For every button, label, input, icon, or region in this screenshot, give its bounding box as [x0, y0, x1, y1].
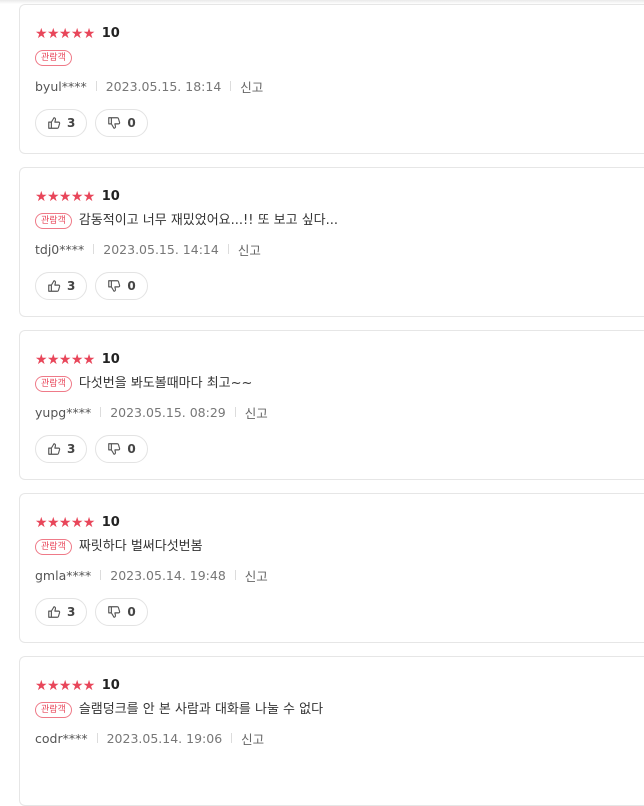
viewer-badge: 관람객	[35, 213, 72, 229]
review-meta: byul**** 2023.05.15. 18:14 신고	[35, 77, 263, 95]
thumbs-up-icon	[48, 280, 61, 292]
review-body: 관람객 슬램덩크를 안 본 사람과 대화를 나눌 수 없다	[35, 700, 323, 720]
review-card: ★★★★★ 10 관람객 byul**** 2023.05.15. 18:14 …	[19, 4, 644, 154]
like-button[interactable]: 3	[35, 109, 88, 137]
like-count: 3	[67, 442, 76, 456]
user-id: gmla****	[35, 567, 92, 583]
review-date: 2023.05.14. 19:48	[110, 567, 226, 583]
dislike-button[interactable]: 0	[95, 598, 148, 626]
dislike-button[interactable]: 0	[95, 109, 148, 137]
thumbs-down-icon	[108, 280, 121, 292]
divider	[227, 244, 229, 254]
viewer-badge: 관람객	[35, 539, 72, 555]
review-card: ★★★★★ 10 관람객 다섯번을 봐도볼때마다 최고~~ yupg**** 2…	[19, 330, 644, 480]
review-text: 다섯번을 봐도볼때마다 최고~~	[78, 376, 253, 391]
report-link[interactable]: 신고	[240, 77, 263, 96]
rating-score: 10	[101, 678, 120, 693]
review-date: 2023.05.15. 08:29	[110, 404, 226, 420]
viewer-badge: 관람객	[35, 702, 72, 718]
thumbs-down-icon	[108, 443, 121, 455]
review-meta: codr**** 2023.05.14. 19:06 신고	[35, 729, 264, 747]
user-id: tdj0****	[35, 241, 85, 257]
review-text: 슬램덩크를 안 본 사람과 대화를 나눌 수 없다	[78, 702, 324, 717]
like-button[interactable]: 3	[35, 435, 88, 463]
review-date: 2023.05.14. 19:06	[106, 730, 223, 746]
rating-row: ★★★★★ 10	[35, 677, 120, 695]
divider	[93, 244, 95, 254]
vote-buttons: 3 0	[35, 272, 156, 300]
star-rating-icon: ★★★★★	[35, 678, 95, 694]
rating-row: ★★★★★ 10	[35, 514, 120, 532]
star-rating-icon: ★★★★★	[35, 515, 95, 531]
like-button[interactable]: 3	[35, 272, 88, 300]
review-text: 감동적이고 너무 재밌었어요...!! 또 보고 싶다...	[78, 213, 339, 228]
star-rating-icon: ★★★★★	[35, 189, 95, 205]
dislike-count: 0	[127, 279, 136, 293]
rating-score: 10	[101, 515, 120, 530]
report-link[interactable]: 신고	[245, 403, 268, 422]
divider	[234, 570, 236, 580]
user-id: yupg****	[35, 404, 92, 420]
review-card: ★★★★★ 10 관람객 짜릿하다 벌써다섯번봄 gmla**** 2023.0…	[19, 493, 644, 643]
thumbs-down-icon	[108, 117, 121, 129]
like-count: 3	[67, 116, 76, 130]
thumbs-up-icon	[48, 117, 61, 129]
viewer-badge: 관람객	[35, 50, 72, 66]
dislike-count: 0	[127, 116, 136, 130]
user-id: byul****	[35, 78, 87, 94]
divider	[100, 570, 102, 580]
like-count: 3	[67, 605, 76, 619]
review-card: ★★★★★ 10 관람객 감동적이고 너무 재밌었어요...!! 또 보고 싶다…	[19, 167, 644, 317]
divider	[100, 407, 102, 417]
dislike-button[interactable]: 0	[95, 435, 148, 463]
report-link[interactable]: 신고	[241, 729, 264, 748]
thumbs-up-icon	[48, 606, 61, 618]
dislike-button[interactable]: 0	[95, 272, 148, 300]
dislike-count: 0	[127, 442, 136, 456]
divider	[230, 81, 232, 91]
review-text: 짜릿하다 벌써다섯번봄	[78, 539, 203, 554]
review-body: 관람객 짜릿하다 벌써다섯번봄	[35, 537, 203, 557]
vote-buttons: 3 0	[35, 598, 156, 626]
review-meta: tdj0**** 2023.05.15. 14:14 신고	[35, 240, 261, 258]
review-meta: gmla**** 2023.05.14. 19:48 신고	[35, 566, 268, 584]
divider	[234, 407, 236, 417]
rating-row: ★★★★★ 10	[35, 25, 120, 43]
like-count: 3	[67, 279, 76, 293]
review-body: 관람객 감동적이고 너무 재밌었어요...!! 또 보고 싶다...	[35, 211, 338, 231]
rating-row: ★★★★★ 10	[35, 351, 120, 369]
review-meta: yupg**** 2023.05.15. 08:29 신고	[35, 403, 268, 421]
vote-buttons: 3 0	[35, 109, 156, 137]
review-date: 2023.05.15. 14:14	[103, 241, 219, 257]
like-button[interactable]: 3	[35, 598, 88, 626]
rating-score: 10	[101, 352, 120, 367]
user-id: codr****	[35, 730, 88, 746]
review-body: 관람객 다섯번을 봐도볼때마다 최고~~	[35, 374, 252, 394]
rating-score: 10	[101, 189, 120, 204]
thumbs-up-icon	[48, 443, 61, 455]
vote-buttons: 3 0	[35, 435, 156, 463]
rating-row: ★★★★★ 10	[35, 188, 120, 206]
star-rating-icon: ★★★★★	[35, 26, 95, 42]
dislike-count: 0	[127, 605, 136, 619]
review-date: 2023.05.15. 18:14	[105, 78, 222, 94]
thumbs-down-icon	[108, 606, 121, 618]
report-link[interactable]: 신고	[238, 240, 261, 259]
review-card: ★★★★★ 10 관람객 슬램덩크를 안 본 사람과 대화를 나눌 수 없다 c…	[19, 656, 644, 806]
divider	[95, 81, 97, 91]
report-link[interactable]: 신고	[245, 566, 268, 585]
viewer-badge: 관람객	[35, 376, 72, 392]
review-body: 관람객	[35, 48, 79, 68]
rating-score: 10	[101, 26, 120, 41]
star-rating-icon: ★★★★★	[35, 352, 95, 368]
